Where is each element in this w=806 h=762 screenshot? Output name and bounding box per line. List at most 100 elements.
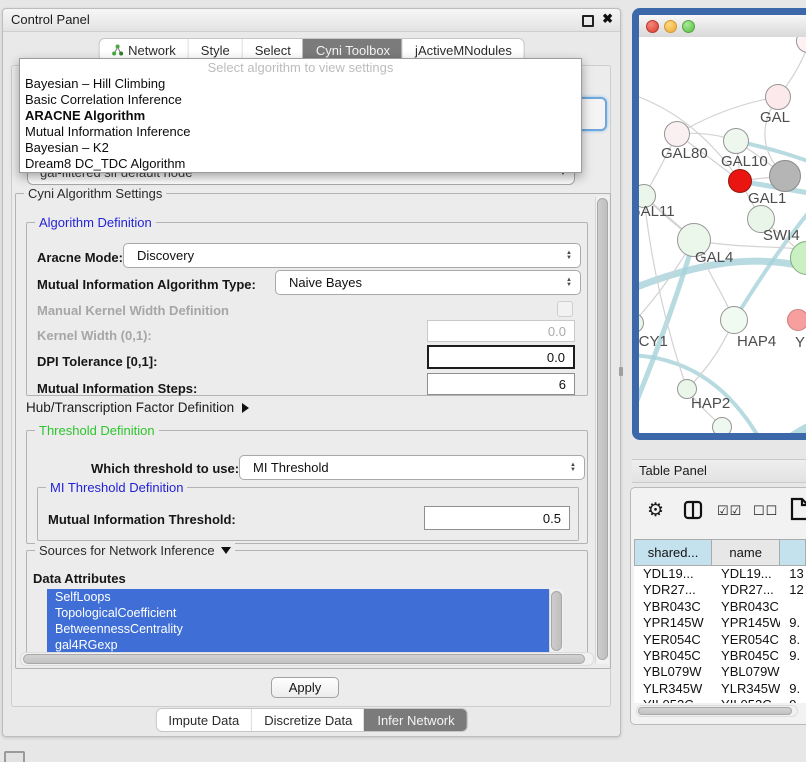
dropdown-item[interactable]: Bayesian – Hill Climbing <box>20 76 581 92</box>
mac-minimize-icon[interactable] <box>664 20 677 33</box>
column-header-name[interactable]: name <box>712 539 780 566</box>
table-cell: YLR345W <box>712 681 780 697</box>
split-columns-icon[interactable] <box>683 500 703 525</box>
network-node-gray[interactable] <box>769 160 801 192</box>
document-icon[interactable] <box>789 497 806 526</box>
table-row[interactable]: YBL079WYBL079W <box>634 664 806 680</box>
dpi-tolerance-label: DPI Tolerance [0,1]: <box>37 354 157 369</box>
tab-impute-data[interactable]: Impute Data <box>156 709 251 731</box>
network-canvas[interactable]: GAL GAL80 GAL10 GAL1 GAL11 SWI4 GAL4 GCY… <box>639 37 806 433</box>
collapsed-arrow-icon <box>242 403 249 413</box>
table-row[interactable]: YBR043CYBR043C <box>634 599 806 615</box>
dropdown-item[interactable]: Bayesian – K2 <box>20 140 581 156</box>
table-header-row: shared... name <box>634 539 806 566</box>
sources-title[interactable]: Sources for Network Inference <box>39 543 215 558</box>
table-row[interactable]: YDR27...YDR27...12 <box>634 582 806 598</box>
tab-infer-network[interactable]: Infer Network <box>364 709 466 731</box>
apply-button[interactable]: Apply <box>271 677 339 698</box>
data-attributes-label: Data Attributes <box>33 571 126 586</box>
dropdown-item[interactable]: Dream8 DC_TDC Algorithm <box>20 156 581 172</box>
group-title: Algorithm Definition <box>35 215 156 230</box>
mi-threshold-field[interactable]: 0.5 <box>424 506 570 530</box>
table-cell: 13 <box>780 566 806 582</box>
unchecked-columns-icon[interactable]: ☐☐ <box>753 503 778 519</box>
mi-threshold-definition-group: MI Threshold Definition Mutual Informati… <box>37 487 579 541</box>
mi-algorithm-type-combo[interactable]: Naive Bayes ▲▼ <box>275 270 581 295</box>
table-row[interactable]: YIL052CYIL052C9 <box>634 697 806 703</box>
checked-columns-icon[interactable]: ☑☑ <box>717 503 742 519</box>
table-horizontal-scrollbar[interactable] <box>636 705 798 717</box>
dropdown-item[interactable]: Mutual Information Inference <box>20 124 581 140</box>
table-cell: 9. <box>780 615 806 631</box>
algorithm-definition-group: Algorithm Definition Aracne Mode: Discov… <box>26 222 588 396</box>
gear-icon[interactable]: ⚙ <box>647 499 664 522</box>
kernel-width-field[interactable]: 0.0 <box>427 320 575 342</box>
attributes-vertical-scrollbar[interactable] <box>549 589 563 653</box>
algorithm-dropdown-popup: Select algorithm to view settings Bayesi… <box>19 58 582 173</box>
attribute-list-item[interactable]: SelfLoops <box>47 589 549 605</box>
attribute-list-item[interactable]: gal4RGexp <box>47 637 549 653</box>
which-threshold-combo[interactable]: MI Threshold ▲▼ <box>239 455 585 480</box>
aracne-mode-combo[interactable]: Discovery ▲▼ <box>123 243 581 268</box>
attribute-list-item[interactable]: TopologicalCoefficient <box>47 605 549 621</box>
table-cell: 12 <box>780 582 806 598</box>
manual-kernel-width-label: Manual Kernel Width Definition <box>37 303 229 318</box>
float-window-icon[interactable] <box>582 15 594 27</box>
table-cell: YER054C <box>712 632 780 648</box>
table-row[interactable]: YBR045CYBR045C9. <box>634 648 806 664</box>
kernel-width-label: Kernel Width (0,1): <box>37 328 152 343</box>
node-label: HAP2 <box>691 395 730 412</box>
combo-value: MI Threshold <box>253 460 329 475</box>
table-cell: YBL079W <box>634 664 712 680</box>
mac-zoom-icon[interactable] <box>682 20 695 33</box>
column-header-clipped[interactable] <box>780 539 806 566</box>
attribute-list-item[interactable]: BetweennessCentrality <box>47 621 549 637</box>
network-node-pink[interactable] <box>787 309 806 331</box>
table-cell: YIL052C <box>712 697 780 703</box>
field-value: 0.0 <box>547 350 565 365</box>
tab-label: Select <box>255 43 291 58</box>
aracne-mode-label: Aracne Mode: <box>37 250 123 265</box>
network-node[interactable] <box>765 84 791 110</box>
network-node[interactable] <box>723 128 749 154</box>
field-value: 6 <box>559 377 566 392</box>
combo-arrows-icon: ▲▼ <box>566 278 572 288</box>
mi-steps-field[interactable]: 6 <box>427 373 575 395</box>
column-header-shared-name[interactable]: shared... <box>634 539 712 566</box>
table-cell: YBR043C <box>712 599 780 615</box>
mac-close-icon[interactable] <box>646 20 659 33</box>
collapsed-panel-icon[interactable] <box>4 751 25 762</box>
group-title: Threshold Definition <box>35 423 159 438</box>
settings-horizontal-scrollbar[interactable] <box>20 652 594 666</box>
network-view-window: GAL GAL80 GAL10 GAL1 GAL11 SWI4 GAL4 GCY… <box>632 8 806 440</box>
tab-label: Discretize Data <box>264 713 352 728</box>
threshold-definition-group: Threshold Definition Which threshold to … <box>26 430 588 544</box>
table-row[interactable]: YER054CYER054C8. <box>634 632 806 648</box>
tab-discretize-data[interactable]: Discretize Data <box>251 709 364 731</box>
panel-divider-handle[interactable] <box>619 367 623 376</box>
table-row[interactable]: YPR145WYPR145W9. <box>634 615 806 631</box>
dropdown-prompt: Select algorithm to view settings <box>20 59 581 76</box>
network-node[interactable] <box>720 306 748 334</box>
hub-transcription-factor-toggle[interactable]: Hub/Transcription Factor Definition <box>26 400 249 415</box>
network-node[interactable] <box>712 417 732 433</box>
network-window-titlebar[interactable] <box>639 15 806 38</box>
tab-label: Cyni Toolbox <box>316 43 390 58</box>
group-title: Cyni Algorithm Settings <box>24 186 166 201</box>
table-panel-title: Table Panel <box>639 463 707 478</box>
table-cell: YBL079W <box>712 664 780 680</box>
table-cell: 8. <box>780 632 806 648</box>
settings-vertical-scrollbar[interactable] <box>595 196 609 664</box>
dpi-tolerance-field[interactable]: 0.0 <box>427 345 575 369</box>
dropdown-item[interactable]: Basic Correlation Inference <box>20 92 581 108</box>
table-row[interactable]: YLR345WYLR345W9. <box>634 681 806 697</box>
close-icon[interactable]: ✖ <box>602 11 613 27</box>
tab-label: Infer Network <box>377 713 454 728</box>
dropdown-item[interactable]: ARACNE Algorithm <box>20 108 581 124</box>
group-title: MI Threshold Definition <box>46 480 187 495</box>
node-label: GAL80 <box>661 145 708 162</box>
table-row[interactable]: YDL19...YDL19...13 <box>634 566 806 582</box>
data-attributes-list: SelfLoopsTopologicalCoefficientBetweenne… <box>47 589 549 653</box>
network-node[interactable] <box>664 121 690 147</box>
manual-kernel-width-checkbox[interactable] <box>557 301 573 317</box>
